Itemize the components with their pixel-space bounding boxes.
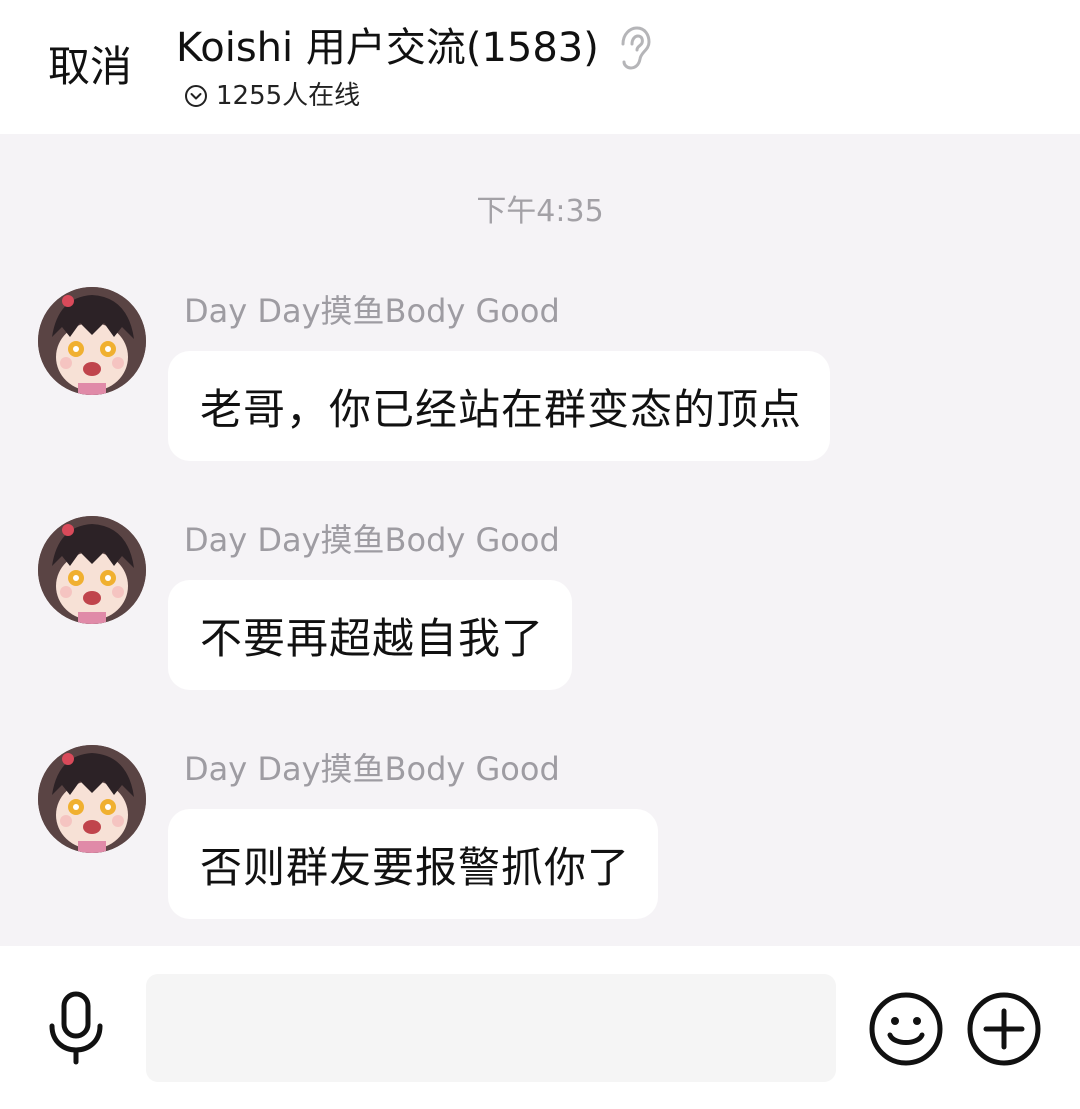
- message-bubble[interactable]: 不要再超越自我了: [168, 580, 573, 690]
- chat-header: 取消 Koishi 用户交流(1583) 1255人在线: [0, 0, 1080, 134]
- microphone-icon[interactable]: [44, 990, 108, 1066]
- group-title[interactable]: Koishi 用户交流(1583): [176, 20, 599, 76]
- avatar[interactable]: [38, 287, 146, 395]
- message-list[interactable]: 下午4:35 Day Day摸鱼Body Good 老哥，你已经站在群变态的顶点: [0, 134, 1080, 946]
- emoji-icon[interactable]: [868, 991, 944, 1067]
- title-row: Koishi 用户交流(1583): [176, 20, 653, 76]
- ear-icon[interactable]: [613, 24, 653, 72]
- message-item: Day Day摸鱼Body Good 老哥，你已经站在群变态的顶点: [0, 287, 1080, 487]
- chevron-circle-icon: [185, 85, 207, 107]
- sender-name[interactable]: Day Day摸鱼Body Good: [184, 747, 560, 791]
- sender-name[interactable]: Day Day摸鱼Body Good: [184, 518, 560, 562]
- message-bubble[interactable]: 老哥，你已经站在群变态的顶点: [168, 351, 831, 461]
- message-item: Day Day摸鱼Body Good 否则群友要报警抓你了: [0, 745, 1080, 945]
- message-input[interactable]: [146, 974, 836, 1082]
- online-status: 1255人在线: [184, 80, 360, 112]
- message-timestamp: 下午4:35: [476, 194, 604, 229]
- message-bubble[interactable]: 否则群友要报警抓你了: [168, 809, 659, 919]
- cancel-button[interactable]: 取消: [48, 40, 132, 94]
- sender-name[interactable]: Day Day摸鱼Body Good: [184, 289, 560, 333]
- avatar[interactable]: [38, 745, 146, 853]
- input-bar: [0, 946, 1080, 1109]
- message-item: Day Day摸鱼Body Good 不要再超越自我了: [0, 516, 1080, 716]
- avatar[interactable]: [38, 516, 146, 624]
- online-count: 1255人在线: [216, 81, 361, 111]
- plus-icon[interactable]: [966, 991, 1042, 1067]
